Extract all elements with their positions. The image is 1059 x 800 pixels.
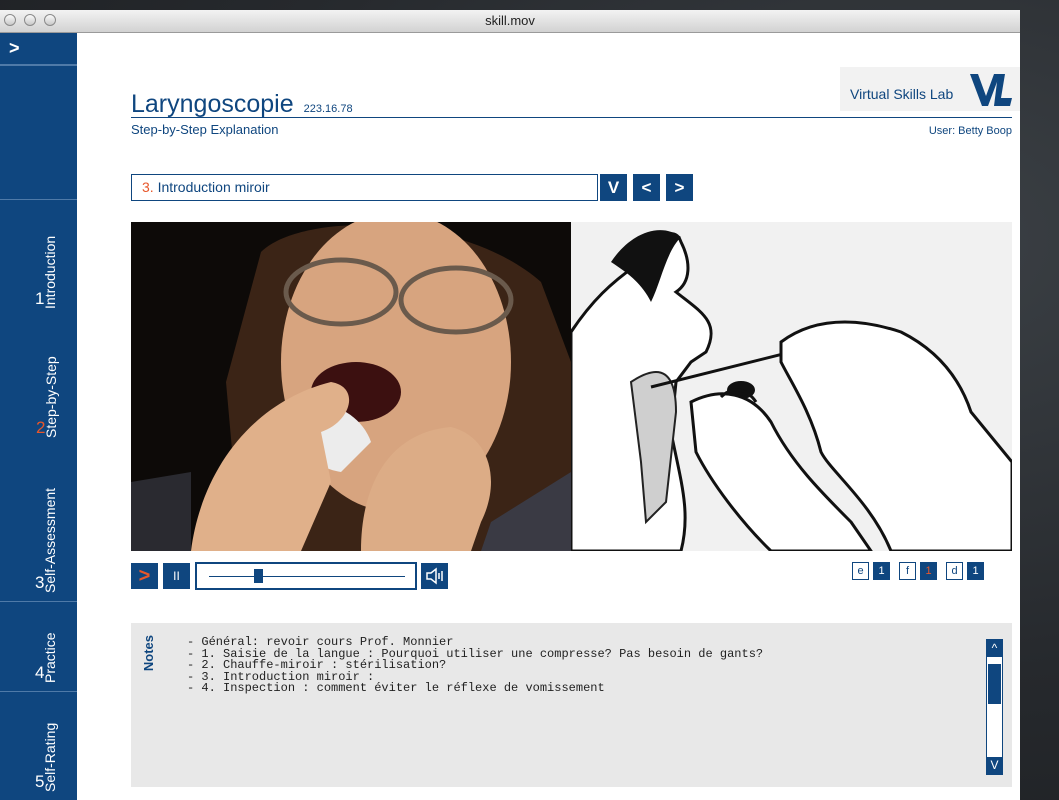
next-step-button[interactable]: >: [666, 174, 693, 201]
step-number: 3.: [142, 179, 154, 195]
previous-step-button[interactable]: <: [633, 174, 660, 201]
notes-scrollbar[interactable]: ^ V: [986, 639, 1003, 775]
play-button[interactable]: >: [131, 563, 158, 589]
speaker-icon: [425, 567, 443, 585]
slider-track: [209, 576, 405, 577]
page-title: Laryngoscopie 223.16.78: [131, 90, 353, 119]
language-d-level: 1: [967, 562, 984, 580]
slider-handle[interactable]: [253, 569, 263, 583]
illustration-panel: [569, 222, 1014, 553]
notes-line: - 4. Inspection : comment éviter le réfl…: [187, 681, 605, 695]
sidebar-item-label: Self-Assessment: [42, 487, 58, 593]
brand-name: Virtual Skills Lab: [850, 86, 954, 102]
volume-button[interactable]: [421, 563, 448, 589]
playback-slider[interactable]: [195, 562, 417, 590]
user-label: User: Betty Boop: [928, 125, 1012, 137]
sidebar: > 1 Introduction 2 Step-by-Step 3 Self-A…: [0, 33, 98, 800]
step-select[interactable]: 3. Introduction miroir: [131, 174, 598, 201]
sidebar-toggle-button[interactable]: >: [0, 33, 77, 65]
app-window: skill.mov > 1 Introduction 2 Step-by-Ste…: [0, 10, 1020, 800]
sidebar-item-self-rating[interactable]: 5 Self-Rating: [0, 691, 77, 800]
scroll-thumb[interactable]: [988, 664, 1001, 704]
title-bar[interactable]: skill.mov: [0, 10, 1020, 33]
sidebar-item-label: Self-Rating: [42, 722, 58, 792]
sidebar-item-label: Practice: [42, 632, 58, 683]
sidebar-item-self-assessment[interactable]: 3 Self-Assessment: [0, 447, 77, 601]
laryngoscopy-illustration: [569, 222, 1014, 553]
header-divider: [131, 117, 1012, 118]
main-content: Laryngoscopie 223.16.78 Virtual Skills La…: [77, 33, 1020, 800]
step-label: Introduction miroir: [157, 179, 270, 195]
video-image: [131, 222, 571, 551]
language-f-level: 1: [920, 562, 937, 580]
brand-block: Virtual Skills Lab: [840, 67, 1020, 111]
language-e-button[interactable]: e: [852, 562, 869, 580]
vl-logo-icon: [970, 74, 1012, 106]
sidebar-item-label: Introduction: [42, 235, 58, 309]
page-code: 223.16.78: [303, 103, 353, 115]
sidebar-item-practice[interactable]: 4 Practice: [0, 601, 77, 691]
notes-textarea[interactable]: - Général: revoir cours Prof. Monnier - 1…: [187, 636, 763, 695]
notes-label: Notes: [141, 635, 156, 672]
scroll-down-button[interactable]: V: [987, 757, 1002, 774]
pause-button[interactable]: II: [163, 563, 190, 589]
scroll-up-button[interactable]: ^: [987, 640, 1002, 657]
video-frame[interactable]: [131, 222, 571, 551]
window-title: skill.mov: [485, 13, 535, 28]
step-dropdown-button[interactable]: V: [600, 174, 627, 201]
language-f-button[interactable]: f: [899, 562, 916, 580]
sidebar-blank-area: [0, 65, 77, 199]
sidebar-item-introduction[interactable]: 1 Introduction: [0, 199, 77, 317]
language-e-level: 1: [873, 562, 890, 580]
page-subtitle: Step-by-Step Explanation: [131, 122, 279, 137]
language-d-button[interactable]: d: [946, 562, 963, 580]
sidebar-item-label: Step-by-Step: [43, 356, 59, 438]
notes-panel: Notes - Général: revoir cours Prof. Monn…: [131, 623, 1012, 787]
page-title-text: Laryngoscopie: [131, 90, 294, 118]
